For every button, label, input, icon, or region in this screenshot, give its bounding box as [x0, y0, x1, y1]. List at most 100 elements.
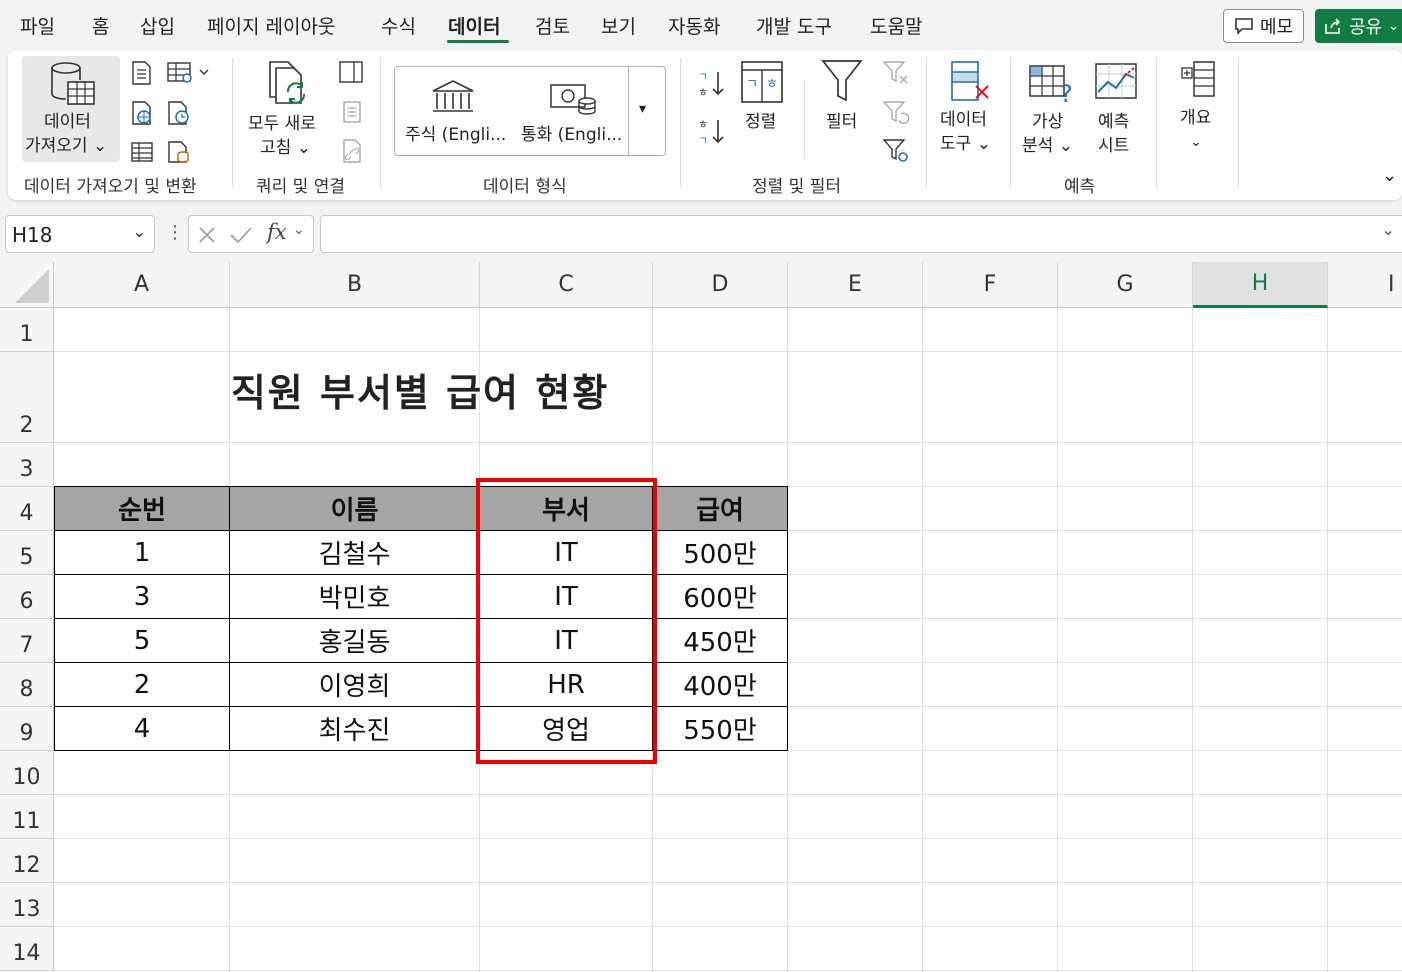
table-cell[interactable]: 400만 — [653, 663, 788, 707]
column-header-a[interactable]: A — [54, 262, 230, 308]
svg-text:ㄱ: ㄱ — [746, 77, 758, 92]
table-cell[interactable]: 홍길동 — [230, 619, 480, 663]
ribbon-collapse-icon[interactable]: ⌄ — [1382, 164, 1397, 188]
sort-asc-icon[interactable]: ㄱㅎ — [696, 68, 726, 100]
tab-home[interactable]: 홈 — [92, 12, 109, 39]
column-header-d[interactable]: D — [653, 262, 788, 308]
formula-input[interactable]: ⌄ — [320, 215, 1402, 253]
row-header-13[interactable]: 13 — [0, 883, 54, 927]
sheet-title[interactable]: 직원 부서별 급여 현황 — [140, 362, 700, 417]
from-database-icon[interactable] — [166, 140, 192, 164]
memo-button[interactable]: 메모 — [1223, 9, 1304, 43]
outline-icon[interactable] — [1178, 58, 1218, 102]
tab-data[interactable]: 데이터 — [448, 12, 500, 39]
currency-type[interactable]: 통화 (Engli... — [521, 123, 622, 147]
share-button[interactable]: 공유 ⌄ — [1315, 9, 1402, 43]
clear-filter-icon[interactable] — [882, 60, 910, 86]
header-cell-number[interactable]: 순번 — [55, 487, 230, 531]
header-cell-salary[interactable]: 급여 — [653, 487, 788, 531]
table-cell[interactable]: 1 — [55, 531, 230, 575]
refresh-all-icon[interactable] — [266, 58, 316, 108]
table-cell[interactable]: 박민호 — [230, 575, 480, 619]
row-header-6[interactable]: 6 — [0, 575, 54, 619]
gallery-more-icon[interactable]: ▾ — [639, 97, 646, 121]
cancel-icon[interactable] — [197, 225, 217, 245]
table-cell[interactable]: 4 — [55, 707, 230, 751]
insert-function-icon[interactable]: fx — [267, 220, 287, 244]
row-header-9[interactable]: 9 — [0, 707, 54, 751]
table-cell[interactable]: 550만 — [653, 707, 788, 751]
data-tools-icon[interactable] — [948, 58, 994, 106]
column-header-f[interactable]: F — [923, 262, 1058, 308]
stocks-type[interactable]: 주식 (Engli... — [405, 123, 506, 147]
column-header-b[interactable]: B — [230, 262, 480, 308]
table-cell[interactable]: 김철수 — [230, 531, 480, 575]
table-cell[interactable]: 450만 — [653, 619, 788, 663]
chevron-down-icon: ⌄ — [296, 138, 311, 158]
row-header-10[interactable]: 10 — [0, 751, 54, 795]
reapply-filter-icon[interactable] — [882, 100, 910, 126]
tab-help[interactable]: 도움말 — [870, 12, 922, 39]
header-cell-name[interactable]: 이름 — [230, 487, 480, 531]
tab-review[interactable]: 검토 — [535, 12, 570, 39]
text-csv-icon[interactable] — [130, 60, 154, 86]
column-header-e[interactable]: E — [788, 262, 923, 308]
tab-insert[interactable]: 삽입 — [140, 12, 175, 39]
table-cell[interactable]: 3 — [55, 575, 230, 619]
chevron-down-icon[interactable]: ⌄ — [1190, 130, 1202, 154]
what-if-icon[interactable]: ? — [1028, 62, 1076, 106]
tab-view[interactable]: 보기 — [601, 12, 636, 39]
table-cell[interactable]: 이영희 — [230, 663, 480, 707]
chevron-down-icon: ⌄ — [293, 222, 305, 238]
table-cell[interactable]: 2 — [55, 663, 230, 707]
row-header-5[interactable]: 5 — [0, 531, 54, 575]
share-icon — [1325, 18, 1341, 34]
tab-page-layout[interactable]: 페이지 레이아웃 — [207, 12, 335, 39]
from-web-icon[interactable] — [130, 100, 154, 126]
data-tools-label-2: 도구 ⌄ — [940, 134, 991, 154]
table-cell[interactable]: 최수진 — [230, 707, 480, 751]
column-header-h[interactable]: H — [1193, 262, 1328, 308]
sort-desc-icon[interactable]: ㅎㄱ — [696, 116, 726, 148]
edit-links-icon[interactable] — [342, 138, 364, 164]
confirm-icon[interactable] — [229, 225, 253, 245]
row-header-11[interactable]: 11 — [0, 795, 54, 839]
tab-developer[interactable]: 개발 도구 — [756, 12, 832, 39]
tab-formulas[interactable]: 수식 — [381, 12, 416, 39]
row-header-2[interactable]: 2 — [0, 352, 54, 443]
column-header-c[interactable]: C — [480, 262, 653, 308]
filter-icon[interactable] — [820, 58, 864, 104]
table-cell[interactable]: 500만 — [653, 531, 788, 575]
more-options-icon[interactable]: ⋮ — [166, 222, 184, 243]
row-header-4[interactable]: 4 — [0, 487, 54, 531]
svg-text:ㅎ: ㅎ — [698, 86, 708, 99]
from-table-icon[interactable] — [166, 60, 212, 86]
forecast-sheet-icon[interactable] — [1094, 62, 1138, 102]
table-cell[interactable]: 5 — [55, 619, 230, 663]
row-header-1[interactable]: 1 — [0, 308, 54, 352]
tab-automate[interactable]: 자동화 — [668, 12, 720, 39]
name-box[interactable]: H18 ⌄ — [5, 215, 155, 253]
chevron-down-icon: ⌄ — [92, 136, 108, 156]
get-data-label-2: 가져오기 ⌄ — [25, 136, 108, 156]
row-header-14[interactable]: 14 — [0, 927, 54, 971]
sort-icon[interactable]: ㄱㅎ — [740, 60, 786, 106]
column-header-i[interactable]: I — [1328, 262, 1402, 308]
row-header-7[interactable]: 7 — [0, 619, 54, 663]
chevron-down-icon[interactable]: ⌄ — [1382, 220, 1395, 239]
row-header-3[interactable]: 3 — [0, 443, 54, 487]
table-cell[interactable]: 600만 — [653, 575, 788, 619]
row-header-12[interactable]: 12 — [0, 839, 54, 883]
existing-connections-icon[interactable] — [130, 140, 154, 164]
group-sort-filter: 정렬 및 필터 — [752, 177, 842, 197]
chevron-down-icon: ⌄ — [132, 222, 146, 241]
advanced-filter-icon[interactable] — [882, 138, 910, 164]
column-header-g[interactable]: G — [1058, 262, 1193, 308]
data-types-gallery[interactable]: 주식 (Engli... 통화 (Engli... ▾ — [394, 66, 666, 156]
tab-file[interactable]: 파일 — [20, 12, 55, 39]
select-all-corner[interactable] — [0, 262, 54, 308]
row-header-8[interactable]: 8 — [0, 663, 54, 707]
properties-icon[interactable] — [342, 100, 362, 124]
queries-connections-icon[interactable] — [338, 60, 364, 84]
recent-sources-icon[interactable] — [166, 100, 192, 126]
